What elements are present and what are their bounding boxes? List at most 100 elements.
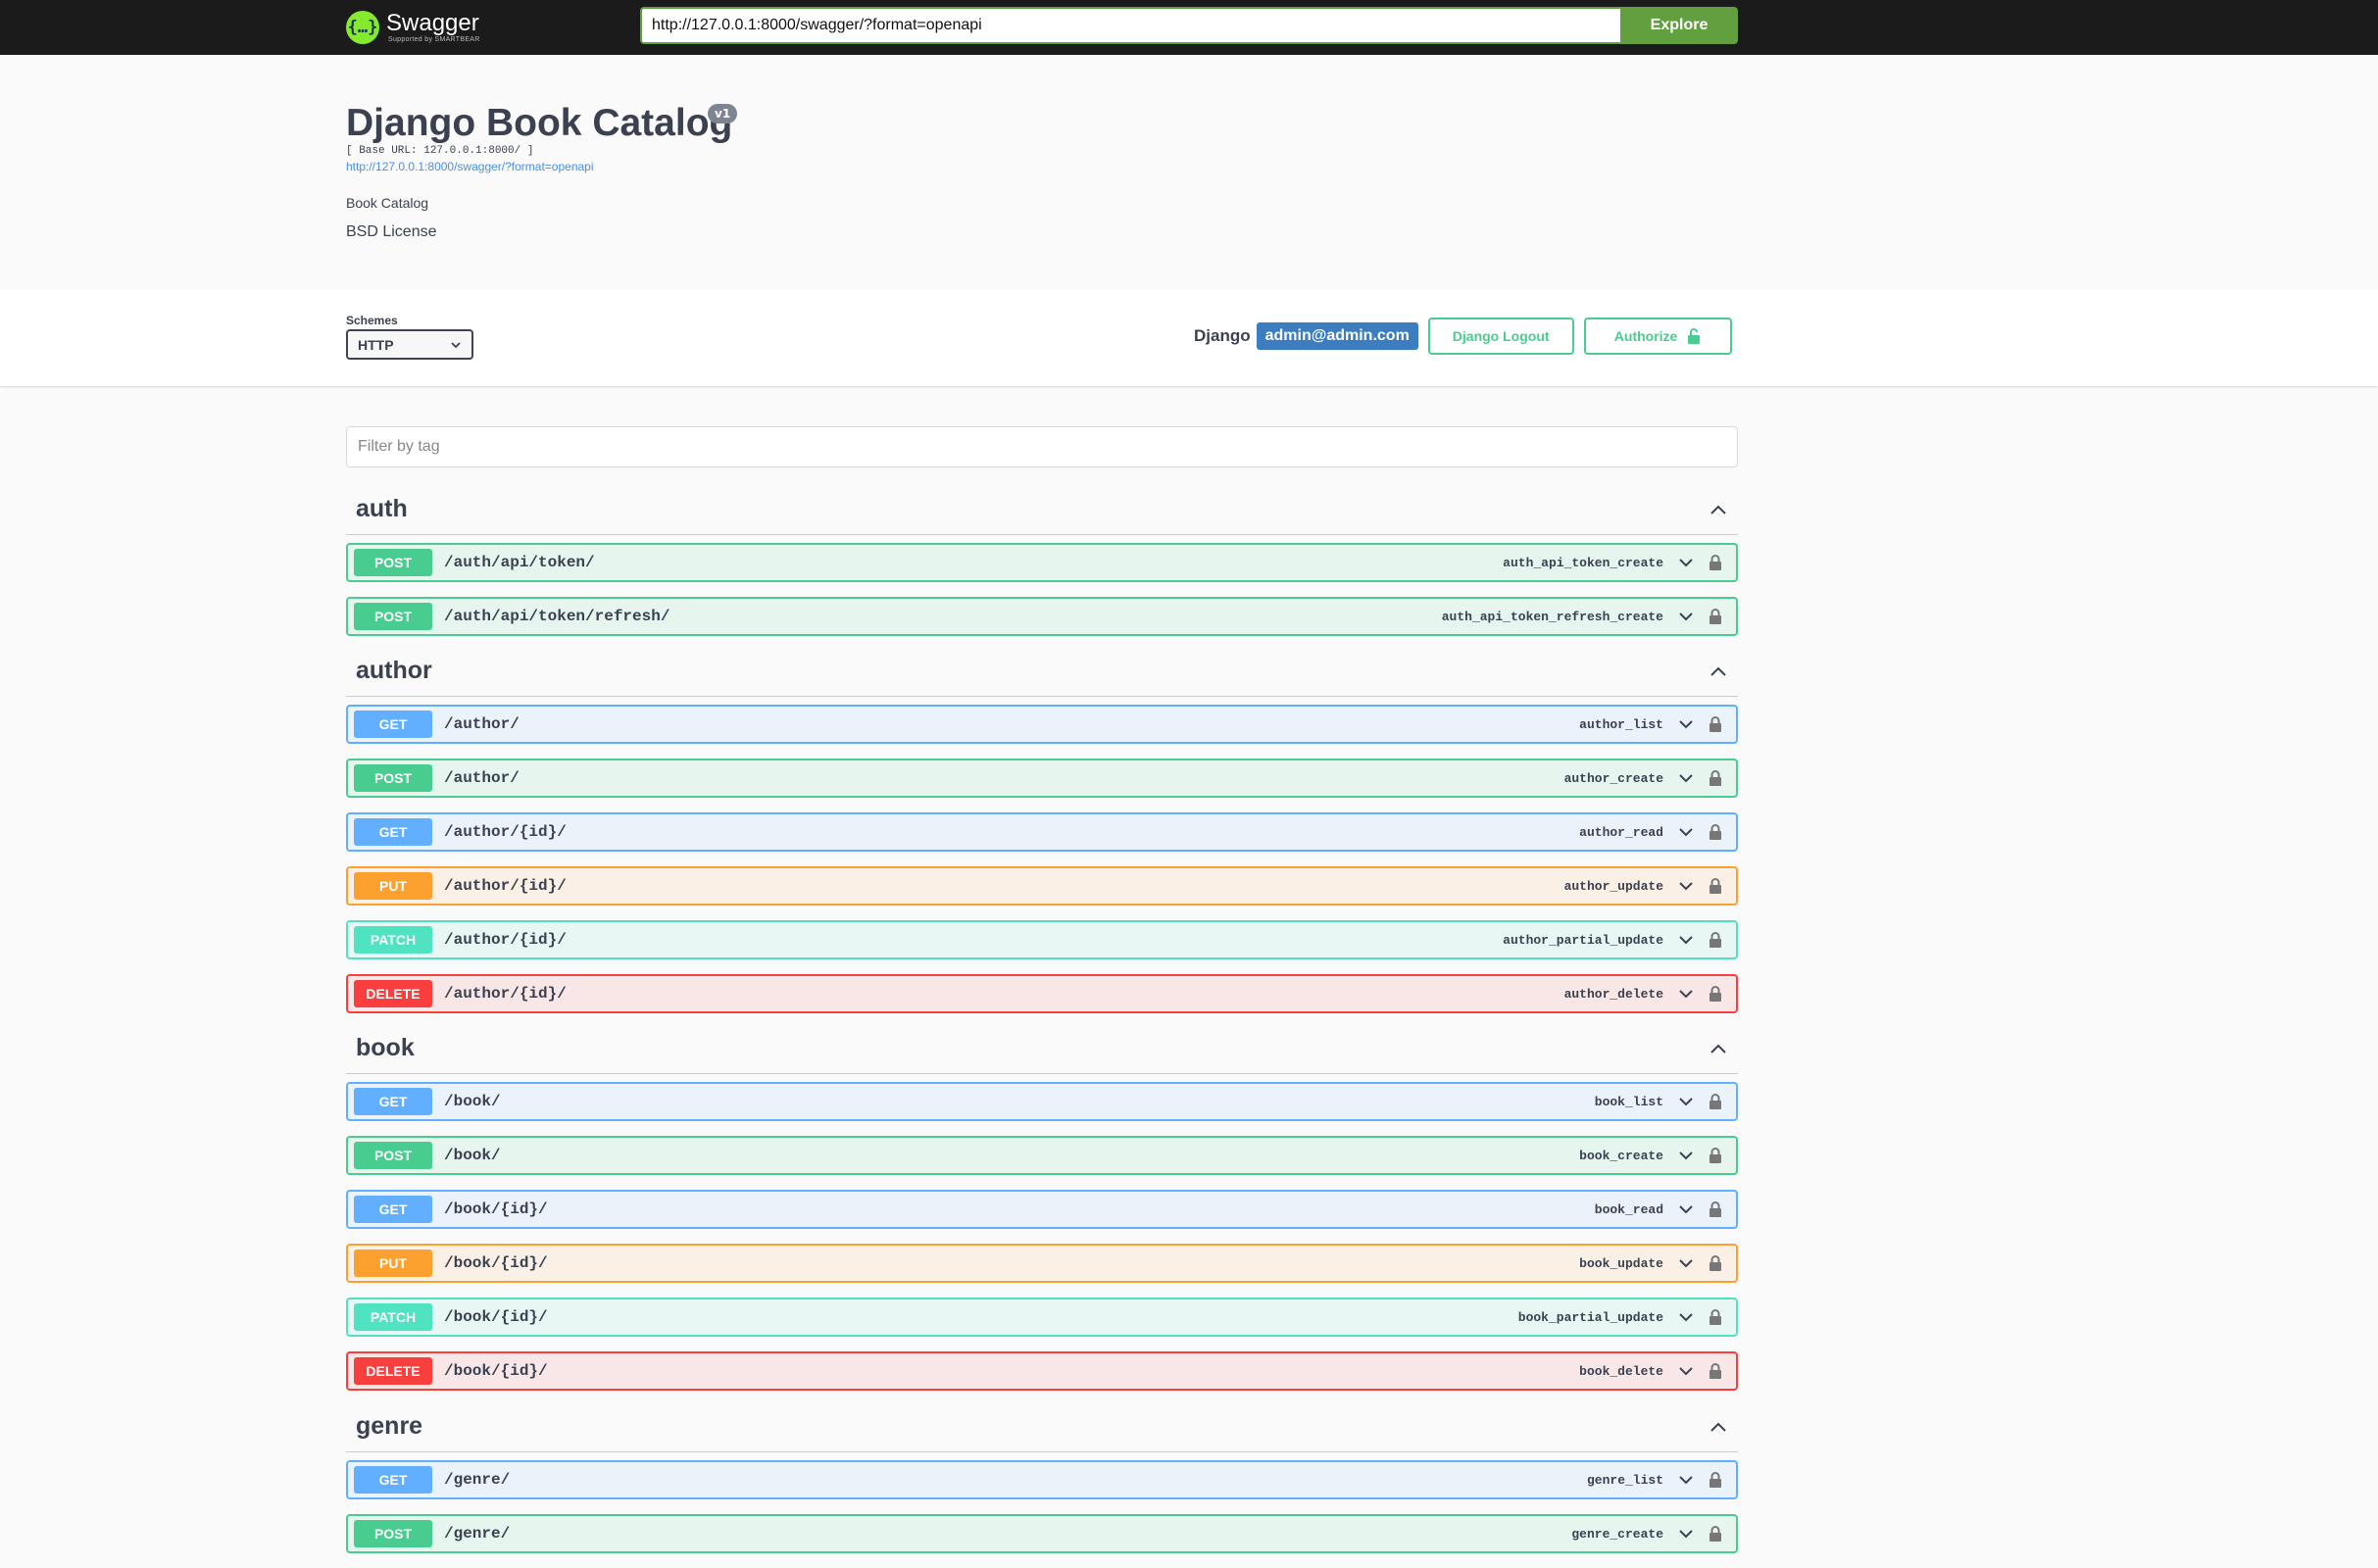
authorize-label: Authorize bbox=[1613, 328, 1678, 344]
tag-section-auth: auth POST/auth/api/token/auth_api_token_c… bbox=[346, 484, 1738, 651]
schemes-select[interactable]: HTTP bbox=[346, 329, 473, 360]
license-text: BSD License bbox=[346, 223, 437, 240]
chevron-down-icon[interactable] bbox=[1675, 929, 1697, 951]
tag-header-auth[interactable]: auth bbox=[346, 484, 1738, 535]
tag-header-book[interactable]: book bbox=[346, 1023, 1738, 1074]
operation-id: author_delete bbox=[1563, 986, 1663, 1002]
chevron-down-icon[interactable] bbox=[1675, 1145, 1697, 1166]
operation-row[interactable]: PATCH/book/{id}/ book_partial_update bbox=[346, 1298, 1738, 1337]
lock-icon[interactable] bbox=[1705, 1252, 1726, 1274]
operation-row[interactable]: POST/auth/api/token/refresh/auth_api_tok… bbox=[346, 597, 1738, 636]
lock-icon[interactable] bbox=[1705, 1145, 1726, 1166]
chevron-down-icon[interactable] bbox=[1675, 1199, 1697, 1220]
operation-id: book_delete bbox=[1579, 1363, 1663, 1379]
url-form: Explore bbox=[640, 7, 1738, 44]
operation-id: book_read bbox=[1594, 1201, 1663, 1217]
method-badge: PUT bbox=[354, 1250, 432, 1277]
method-badge: PUT bbox=[354, 872, 432, 900]
operations-list: GET/author/author_list POST/author/author… bbox=[346, 705, 1738, 1013]
scheme-container: Schemes HTTP Django admin@admin.com Djan… bbox=[0, 290, 2378, 386]
operation-row[interactable]: PUT/author/{id}/ author_update bbox=[346, 866, 1738, 906]
operation-row[interactable]: GET/book/book_list bbox=[346, 1082, 1738, 1121]
authorize-button[interactable]: Authorize bbox=[1583, 318, 1732, 355]
operation-row[interactable]: PATCH/author/{id}/ author_partial_update bbox=[346, 920, 1738, 959]
chevron-down-icon[interactable] bbox=[1675, 552, 1697, 573]
django-label: Django bbox=[1194, 326, 1251, 345]
lock-icon[interactable] bbox=[1705, 821, 1726, 843]
chevron-down-icon[interactable] bbox=[1675, 1252, 1697, 1274]
unlocked-icon bbox=[1688, 328, 1701, 344]
operation-row[interactable]: POST/auth/api/token/auth_api_token_creat… bbox=[346, 543, 1738, 582]
operation-row[interactable]: POST/genre/genre_create bbox=[346, 1514, 1738, 1553]
chevron-down-icon[interactable] bbox=[1675, 875, 1697, 897]
spec-link[interactable]: http://127.0.0.1:8000/swagger/?format=op… bbox=[346, 160, 594, 173]
top-bar: {…} Swagger Supported by SMARTBEAR Explo… bbox=[0, 0, 2378, 55]
operation-row[interactable]: DELETE/author/{id}/ author_delete bbox=[346, 974, 1738, 1013]
chevron-down-icon[interactable] bbox=[1675, 1523, 1697, 1544]
operation-path: /author/{id}/ bbox=[444, 823, 567, 841]
spec-url-input[interactable] bbox=[640, 7, 1620, 44]
operation-row[interactable]: PUT/book/{id}/ book_update bbox=[346, 1244, 1738, 1283]
method-badge: POST bbox=[354, 603, 432, 630]
schemes-selected-value: HTTP bbox=[358, 336, 394, 353]
base-url: [ Base URL: 127.0.0.1:8000/ ] bbox=[346, 145, 534, 157]
schemes-label: Schemes bbox=[346, 314, 398, 327]
operation-row[interactable]: GET/book/{id}/ book_read bbox=[346, 1190, 1738, 1229]
lock-icon[interactable] bbox=[1705, 767, 1726, 789]
swagger-logo-icon: {…} bbox=[346, 11, 379, 44]
chevron-down-icon[interactable] bbox=[1675, 821, 1697, 843]
chevron-down-icon[interactable] bbox=[1675, 1091, 1697, 1112]
method-badge: POST bbox=[354, 1520, 432, 1547]
chevron-down-icon[interactable] bbox=[1675, 1306, 1697, 1328]
operation-id: author_create bbox=[1563, 770, 1663, 786]
operation-row[interactable]: DELETE/book/{id}/ book_delete bbox=[346, 1351, 1738, 1391]
operation-row[interactable]: POST/book/book_create bbox=[346, 1136, 1738, 1175]
chevron-down-icon[interactable] bbox=[1675, 1360, 1697, 1382]
operation-row[interactable]: GET/genre/genre_list bbox=[346, 1460, 1738, 1499]
chevron-down-icon[interactable] bbox=[1675, 606, 1697, 627]
chevron-up-icon[interactable] bbox=[1709, 662, 1728, 681]
swagger-logo[interactable]: {…} Swagger Supported by SMARTBEAR bbox=[346, 6, 480, 49]
operation-path: /author/{id}/ bbox=[444, 931, 567, 949]
operation-id: auth_api_token_refresh_create bbox=[1441, 609, 1663, 624]
tag-name: author bbox=[356, 657, 432, 684]
chevron-up-icon[interactable] bbox=[1709, 500, 1728, 519]
lock-icon[interactable] bbox=[1705, 1091, 1726, 1112]
lock-icon[interactable] bbox=[1705, 713, 1726, 735]
lock-icon[interactable] bbox=[1705, 606, 1726, 627]
lock-icon[interactable] bbox=[1705, 1306, 1726, 1328]
chevron-down-icon[interactable] bbox=[1675, 767, 1697, 789]
tag-name: genre bbox=[356, 1412, 423, 1440]
operation-row[interactable]: POST/author/author_create bbox=[346, 759, 1738, 798]
lock-icon[interactable] bbox=[1705, 983, 1726, 1004]
method-badge: PATCH bbox=[354, 926, 432, 954]
operation-row[interactable]: GET/author/author_list bbox=[346, 705, 1738, 744]
chevron-down-icon[interactable] bbox=[1675, 983, 1697, 1004]
operations-list: GET/genre/genre_list POST/genre/genre_cre… bbox=[346, 1460, 1738, 1553]
lock-icon[interactable] bbox=[1705, 1523, 1726, 1544]
lock-icon[interactable] bbox=[1705, 1199, 1726, 1220]
chevron-down-icon[interactable] bbox=[1675, 1469, 1697, 1491]
filter-by-tag-input[interactable]: Filter by tag bbox=[346, 426, 1738, 467]
method-badge: PATCH bbox=[354, 1303, 432, 1331]
tag-header-genre[interactable]: genre bbox=[346, 1401, 1738, 1452]
operation-path: /book/{id}/ bbox=[444, 1308, 548, 1326]
method-badge: GET bbox=[354, 1466, 432, 1494]
lock-icon[interactable] bbox=[1705, 929, 1726, 951]
lock-icon[interactable] bbox=[1705, 552, 1726, 573]
api-title: Django Book Catalog bbox=[346, 102, 733, 144]
lock-icon[interactable] bbox=[1705, 875, 1726, 897]
lock-icon[interactable] bbox=[1705, 1360, 1726, 1382]
operation-id: author_update bbox=[1563, 878, 1663, 894]
tag-header-author[interactable]: author bbox=[346, 646, 1738, 697]
lock-icon[interactable] bbox=[1705, 1469, 1726, 1491]
chevron-up-icon[interactable] bbox=[1709, 1417, 1728, 1437]
operation-id: author_partial_update bbox=[1503, 932, 1663, 948]
explore-button[interactable]: Explore bbox=[1620, 7, 1738, 44]
method-badge: POST bbox=[354, 549, 432, 576]
operation-row[interactable]: GET/author/{id}/ author_read bbox=[346, 812, 1738, 852]
operation-path: /book/ bbox=[444, 1147, 501, 1164]
chevron-up-icon[interactable] bbox=[1709, 1039, 1728, 1058]
django-logout-button[interactable]: Django Logout bbox=[1427, 318, 1574, 355]
chevron-down-icon[interactable] bbox=[1675, 713, 1697, 735]
